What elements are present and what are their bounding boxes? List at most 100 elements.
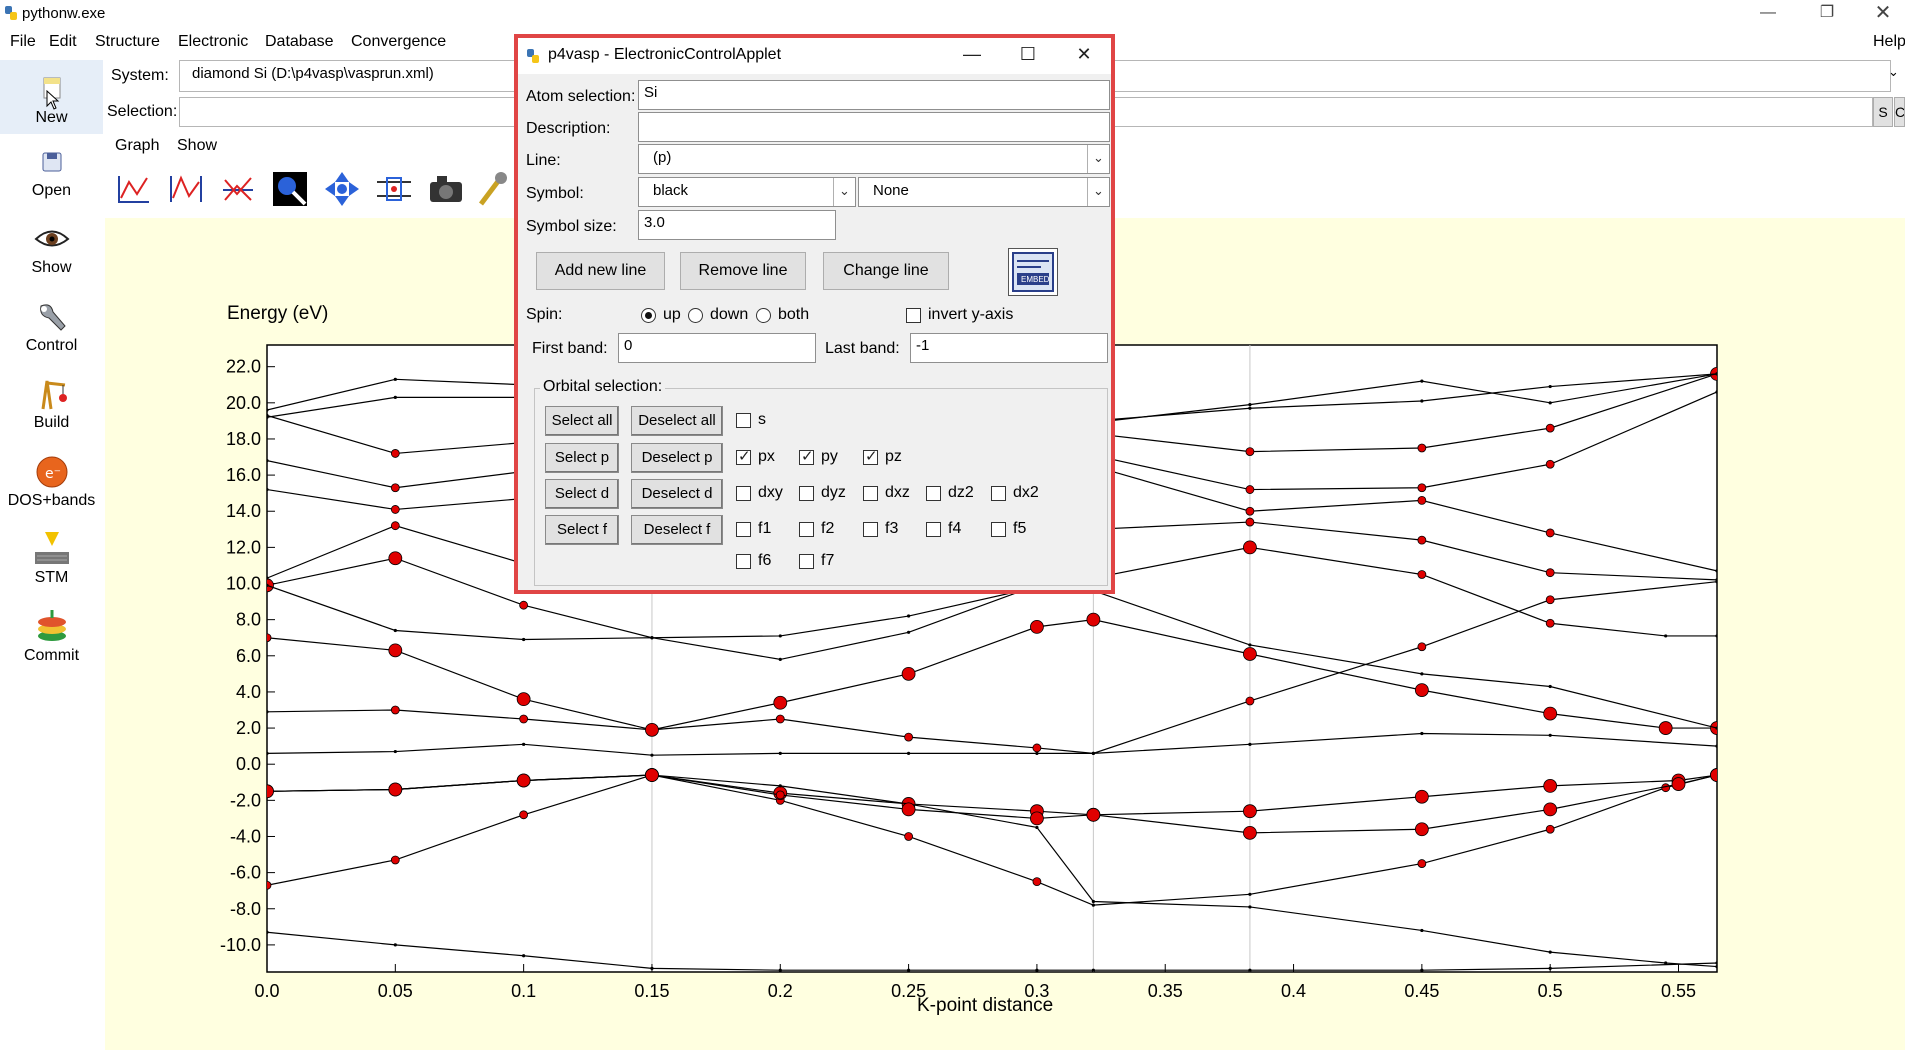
toolbar-build[interactable]: Build [0, 375, 103, 432]
orbital-dxy-checkbox[interactable] [736, 486, 751, 501]
menu-file[interactable]: File [10, 33, 36, 51]
band-point [1243, 825, 1257, 840]
menu-edit[interactable]: Edit [49, 33, 77, 51]
toolbar-label: Build [33, 414, 70, 431]
peak-graph-icon[interactable] [167, 170, 205, 208]
deselect-f-button[interactable]: Deselect f [631, 515, 723, 545]
band-point [1248, 403, 1252, 407]
electronic-control-dialog: p4vasp - ElectronicControlApplet — ☐ ✕ A… [514, 34, 1115, 594]
invert-y-axis-checkbox[interactable] [906, 308, 921, 323]
band-point [1548, 733, 1552, 737]
add-new-line-button[interactable]: Add new line [536, 252, 665, 290]
band-point [522, 637, 526, 642]
select-f-button[interactable]: Select f [545, 515, 619, 545]
toolbar-open[interactable]: Open [0, 143, 103, 200]
camera-icon[interactable] [427, 170, 465, 208]
dialog-minimize-button[interactable]: — [952, 40, 992, 70]
line-select[interactable]: (p) ⌄ [638, 144, 1110, 174]
selection-s-button[interactable]: S [1873, 97, 1893, 127]
orbital-f5-checkbox[interactable] [991, 522, 1006, 537]
embed-button[interactable]: EMBED [1008, 248, 1058, 296]
y-tick-label: 18.0 [226, 429, 261, 449]
atom-selection-input[interactable]: Si [638, 80, 1110, 110]
select-all-button[interactable]: Select all [545, 406, 619, 436]
change-line-button[interactable]: Change line [823, 252, 949, 290]
tool-icon[interactable] [479, 170, 509, 208]
orbital-py-checkbox[interactable] [799, 447, 814, 465]
x-tick-label: 0.0 [254, 981, 279, 1001]
orbital-s-checkbox[interactable] [736, 413, 751, 428]
menu-electronic[interactable]: Electronic [178, 33, 248, 51]
toolbar-control[interactable]: Control [0, 298, 103, 355]
band-point [1420, 731, 1424, 736]
band-point [778, 657, 782, 662]
band-point [393, 628, 397, 633]
chevron-down-icon[interactable]: ⌄ [1888, 64, 1899, 80]
select-icon[interactable] [375, 170, 413, 208]
menu-structure[interactable]: Structure [95, 33, 160, 51]
zoom-icon[interactable] [271, 170, 309, 208]
orbital-f6-checkbox[interactable] [736, 554, 751, 569]
first-band-input[interactable]: 0 [618, 333, 816, 363]
toolbar-stm[interactable]: STM [0, 530, 103, 587]
select-p-button[interactable]: Select p [545, 443, 619, 473]
orbital-px-checkbox[interactable] [736, 447, 751, 465]
close-button[interactable]: ✕ [1860, 0, 1905, 28]
pan-icon[interactable] [323, 170, 361, 208]
orbital-f1-checkbox[interactable] [736, 522, 751, 537]
band-point [645, 768, 659, 782]
description-input[interactable] [638, 112, 1110, 142]
selection-c-button[interactable]: C [1894, 97, 1905, 127]
orbital-dx2-checkbox[interactable] [991, 486, 1006, 501]
band-point [267, 487, 269, 492]
toolbar-commit[interactable]: Commit [0, 608, 103, 665]
band-graph-icon[interactable] [219, 170, 257, 208]
dialog-close-button[interactable]: ✕ [1064, 40, 1104, 70]
toolbar-dos-bands[interactable]: e⁻ DOS+bands [0, 453, 103, 510]
band-point [1243, 540, 1257, 555]
dialog-maximize-button[interactable]: ☐ [1008, 40, 1048, 70]
orbital-dyz-checkbox[interactable] [799, 486, 814, 501]
remove-line-button[interactable]: Remove line [680, 252, 806, 290]
orbital-pz-checkbox[interactable] [863, 447, 878, 465]
band-point [1417, 495, 1427, 505]
band-point [1248, 406, 1252, 410]
orbital-f7-checkbox[interactable] [799, 554, 814, 569]
spin-up-radio[interactable] [641, 308, 656, 323]
orbital-dxz-checkbox[interactable] [863, 486, 878, 501]
graph-menu[interactable]: Graph [115, 137, 159, 155]
orbital-f7-label: f7 [821, 552, 835, 569]
orbital-dz2-checkbox[interactable] [926, 486, 941, 501]
deselect-all-button[interactable]: Deselect all [631, 406, 723, 436]
orbital-f3-checkbox[interactable] [863, 522, 878, 537]
restore-button[interactable]: ❐ [1804, 0, 1850, 28]
band-point [267, 415, 269, 419]
first-band-label: First band: [532, 340, 608, 357]
orbital-f4-checkbox[interactable] [926, 522, 941, 537]
deselect-p-button[interactable]: Deselect p [631, 443, 723, 473]
band-point [773, 695, 788, 710]
spin-down-radio[interactable] [688, 308, 703, 323]
toolbar-label: New [35, 109, 68, 126]
spin-both-radio[interactable] [756, 308, 771, 323]
symbol-size-input[interactable]: 3.0 [638, 210, 836, 240]
toolbar-show[interactable]: Show [0, 220, 103, 277]
band-point [1548, 950, 1552, 954]
band-point [1091, 968, 1095, 972]
menu-help[interactable]: Help [1873, 33, 1905, 51]
line-graph-icon[interactable] [115, 170, 153, 208]
last-band-input[interactable]: -1 [910, 333, 1108, 363]
symbol-color-select[interactable]: black ⌄ [638, 177, 856, 207]
orbital-f2-checkbox[interactable] [799, 522, 814, 537]
select-d-button[interactable]: Select d [545, 479, 619, 509]
show-menu[interactable]: Show [177, 137, 217, 155]
deselect-d-button[interactable]: Deselect d [631, 479, 723, 509]
minimize-button[interactable]: — [1745, 0, 1791, 28]
band-point [267, 930, 269, 934]
band-point [1248, 905, 1252, 909]
orbital-f3-label: f3 [885, 520, 899, 537]
menu-convergence[interactable]: Convergence [351, 33, 446, 51]
symbol-shape-select[interactable]: None ⌄ [858, 177, 1110, 207]
band-point [1715, 961, 1717, 965]
menu-database[interactable]: Database [265, 33, 334, 51]
